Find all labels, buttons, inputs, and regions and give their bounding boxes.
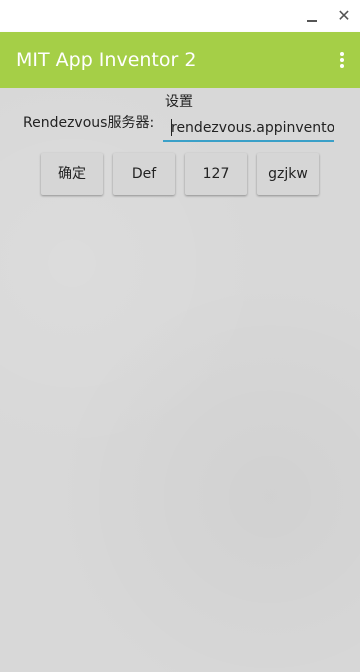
settings-label: 设置 — [165, 94, 193, 110]
gzjkw-button[interactable]: gzjkw — [257, 153, 319, 195]
minimize-icon — [307, 20, 317, 22]
text-caret — [171, 119, 172, 136]
app-toolbar: MIT App Inventor 2 — [0, 32, 360, 88]
server-input[interactable] — [163, 116, 334, 142]
app-title: MIT App Inventor 2 — [16, 49, 197, 71]
main-content: 设置 Rendezvous服务器: 确定 Def 127 gzjkw — [0, 88, 360, 672]
window-title-bar: ✕ — [0, 0, 360, 32]
server-label: Rendezvous服务器: — [23, 115, 155, 131]
close-icon: ✕ — [337, 6, 351, 25]
minimize-button[interactable] — [300, 4, 324, 28]
localhost-button[interactable]: 127 — [185, 153, 247, 195]
confirm-button[interactable]: 确定 — [41, 153, 103, 195]
default-button[interactable]: Def — [113, 153, 175, 195]
overflow-menu-icon[interactable] — [338, 49, 346, 71]
close-button[interactable]: ✕ — [332, 4, 356, 28]
